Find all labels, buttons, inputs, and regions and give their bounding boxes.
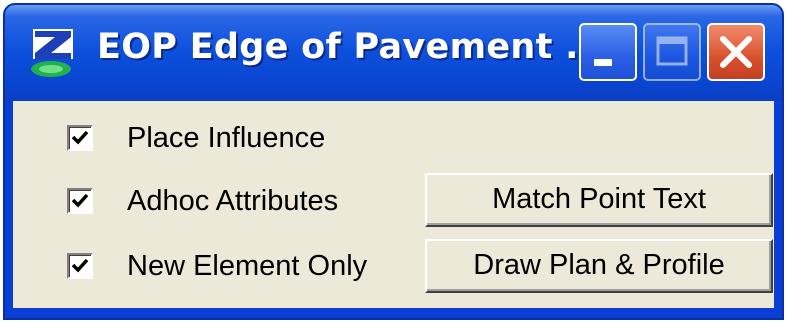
new-element-only-label: New Element Only [127,250,368,282]
dialog-body: Place Influence Adhoc Attributes New Ele… [13,101,774,308]
close-icon [720,36,752,68]
draw-plan-profile-button[interactable]: Draw Plan & Profile [425,239,773,293]
minimize-button[interactable] [579,23,637,81]
maximize-button[interactable] [643,23,701,81]
checkmark-icon [71,130,89,145]
dialog-window: EOP Edge of Pavement ... Place Influence… [3,3,784,320]
adhoc-attributes-label: Adhoc Attributes [127,185,339,217]
checkmark-icon [71,258,89,273]
place-influence-label: Place Influence [127,122,326,154]
close-button[interactable] [707,23,765,81]
bentley-b-icon [31,29,73,77]
match-point-text-button[interactable]: Match Point Text [425,173,773,227]
new-element-only-checkbox[interactable] [67,253,93,279]
checkmark-icon [71,193,89,208]
window-title: EOP Edge of Pavement ... [97,27,606,67]
place-influence-checkbox[interactable] [67,125,93,151]
maximize-icon [656,36,688,66]
adhoc-attributes-checkbox[interactable] [67,188,93,214]
minimize-icon [594,59,612,66]
title-bar[interactable]: EOP Edge of Pavement ... [5,5,782,101]
